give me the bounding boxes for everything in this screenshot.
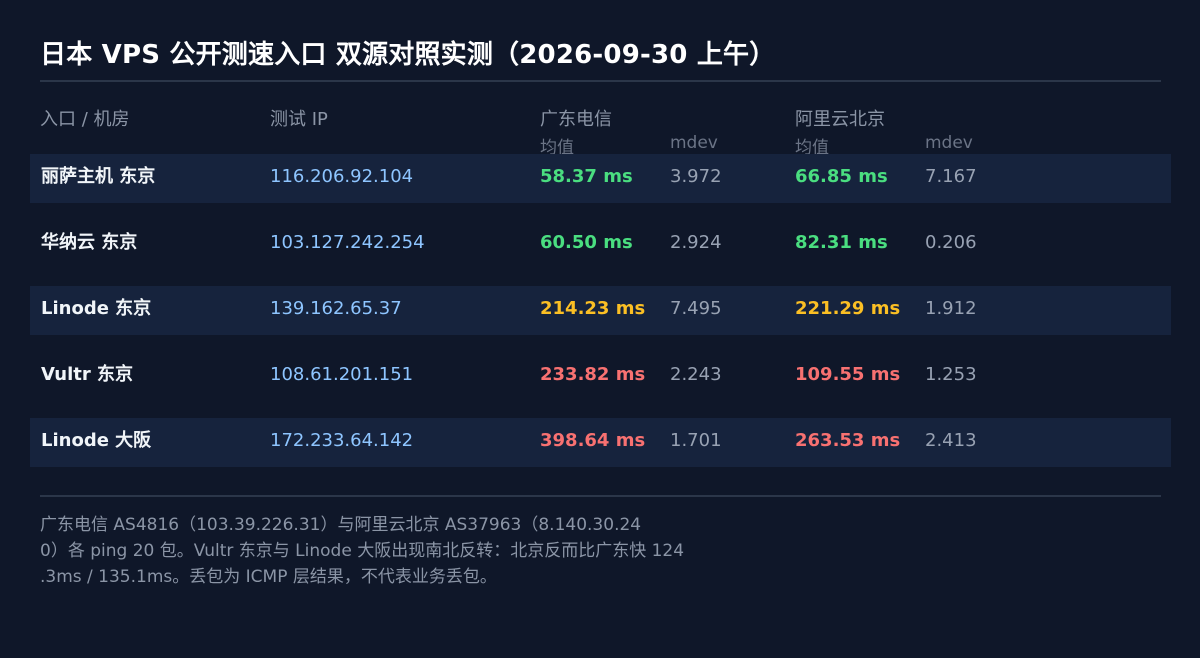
vps-name: 华纳云 东京: [41, 232, 138, 253]
table-row: 华纳云 东京 103.127.242.254 60.50 ms 2.924 82.31 …: [30, 220, 1171, 269]
col-header-entry: 入口 / 机房: [40, 109, 130, 130]
table-row: Vultr 东京 108.61.201.151 233.82 ms 2.243 109.…: [30, 352, 1171, 401]
col-header-ip: 测试 IP: [270, 109, 328, 130]
table-row: Linode 大阪 172.233.64.142 398.64 ms 1.701 263…: [30, 418, 1171, 467]
vps-name: Linode 东京: [41, 298, 152, 319]
title-divider: [40, 80, 1161, 82]
ali-avg: 66.85 ms: [795, 166, 888, 187]
test-ip: 139.162.65.37: [270, 298, 402, 319]
footnote: 广东电信 AS4816（103.39.226.31）与阿里云北京 AS37963…: [40, 515, 685, 587]
gd-mdev: 2.243: [670, 364, 722, 385]
ali-avg: 221.29 ms: [795, 298, 901, 319]
gd-avg: 58.37 ms: [540, 166, 633, 187]
test-ip: 108.61.201.151: [270, 364, 414, 385]
gd-mdev: 3.972: [670, 166, 722, 187]
gd-avg: 233.82 ms: [540, 364, 646, 385]
ali-mdev: 1.253: [925, 364, 977, 385]
col-header-ali-mdev: mdev: [925, 133, 973, 153]
gd-mdev: 1.701: [670, 430, 722, 451]
col-header-aliyun-beijing: 阿里云北京: [795, 109, 885, 130]
vps-name: 丽萨主机 东京: [41, 166, 156, 187]
table-row: Linode 东京 139.162.65.37 214.23 ms 7.495 221.…: [30, 286, 1171, 335]
ali-avg: 82.31 ms: [795, 232, 888, 253]
test-ip: 103.127.242.254: [270, 232, 425, 253]
gd-avg: 398.64 ms: [540, 430, 646, 451]
table-row: 丽萨主机 东京 116.206.92.104 58.37 ms 3.972 66.85 …: [30, 154, 1171, 203]
gd-mdev: 7.495: [670, 298, 722, 319]
ali-mdev: 1.912: [925, 298, 977, 319]
ali-avg: 263.53 ms: [795, 430, 901, 451]
test-ip: 116.206.92.104: [270, 166, 414, 187]
footer-divider: [40, 495, 1161, 497]
ali-mdev: 0.206: [925, 232, 977, 253]
ali-mdev: 7.167: [925, 166, 977, 187]
test-ip: 172.233.64.142: [270, 430, 414, 451]
ali-mdev: 2.413: [925, 430, 977, 451]
gd-avg: 60.50 ms: [540, 232, 633, 253]
vps-name: Linode 大阪: [41, 430, 152, 451]
ali-avg: 109.55 ms: [795, 364, 901, 385]
gd-avg: 214.23 ms: [540, 298, 646, 319]
col-header-guangdong-telecom: 广东电信: [540, 109, 612, 130]
page-title: 日本 VPS 公开测速入口 双源对照实测（2026-09-30 上午）: [40, 40, 776, 70]
col-header-gd-mdev: mdev: [670, 133, 718, 153]
vps-name: Vultr 东京: [41, 364, 134, 385]
gd-mdev: 2.924: [670, 232, 722, 253]
